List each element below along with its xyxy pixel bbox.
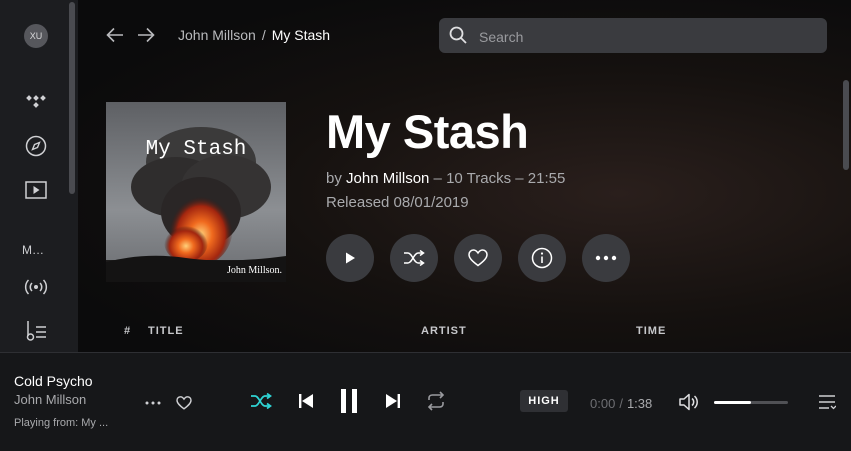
info-icon <box>531 247 553 269</box>
compass-icon[interactable] <box>24 134 48 158</box>
column-header-artist[interactable]: ARTIST <box>421 325 467 337</box>
next-track-icon[interactable] <box>383 391 403 411</box>
cover-title-text: My Stash <box>145 138 247 161</box>
track-duration: 1:38 <box>626 396 653 411</box>
playback-time: 0:00/1:38 <box>590 396 652 411</box>
heart-icon[interactable] <box>175 394 193 412</box>
breadcrumb: John Millson / My Stash <box>178 27 330 43</box>
now-playing-title[interactable]: Cold Psycho <box>14 373 93 389</box>
album-meta: by John Millson – 10 Tracks – 21:55 <box>326 170 565 187</box>
search-bar <box>439 18 827 55</box>
sidebar: XU M... <box>0 0 78 352</box>
more-dots-icon <box>595 255 617 261</box>
pause-icon[interactable] <box>338 388 360 414</box>
album-release-date: Released 08/01/2019 <box>326 194 469 211</box>
queue-icon[interactable] <box>817 392 837 412</box>
album-artist-link[interactable]: John Millson <box>346 170 429 187</box>
heart-icon <box>468 249 488 267</box>
sidebar-section-label: M... <box>22 243 44 257</box>
radio-icon[interactable] <box>24 275 48 299</box>
column-header-number: # <box>124 325 132 337</box>
album-meta-details: – 10 Tracks – 21:55 <box>429 170 566 187</box>
breadcrumb-artist-link[interactable]: John Millson <box>178 27 256 43</box>
album-cover: My Stash John Millson. <box>106 102 286 282</box>
main-scrollbar[interactable] <box>843 80 849 170</box>
playing-from-link[interactable]: Playing from: My ... <box>14 417 108 429</box>
album-title: My Stash <box>326 105 529 158</box>
now-playing-artist[interactable]: John Millson <box>14 392 86 407</box>
search-input[interactable] <box>477 18 821 55</box>
volume-icon[interactable] <box>678 391 702 413</box>
shuffle-icon[interactable] <box>250 391 272 411</box>
quality-badge[interactable]: HIGH <box>520 390 568 412</box>
previous-track-icon[interactable] <box>296 391 316 411</box>
more-options-button[interactable] <box>582 234 630 282</box>
favorite-button[interactable] <box>454 234 502 282</box>
time-separator: / <box>619 396 623 411</box>
elapsed-time: 0:00 <box>590 396 616 411</box>
tidal-logo-icon[interactable] <box>24 90 48 114</box>
info-button[interactable] <box>518 234 566 282</box>
column-header-time[interactable]: TIME <box>636 325 666 337</box>
repeat-icon[interactable] <box>425 390 447 412</box>
avatar[interactable]: XU <box>24 24 48 48</box>
volume-level <box>714 401 751 404</box>
volume-slider[interactable] <box>714 401 788 404</box>
back-arrow-icon[interactable] <box>104 24 126 46</box>
breadcrumb-current: My Stash <box>271 27 331 43</box>
sidebar-scrollbar[interactable] <box>69 2 75 194</box>
playlist-icon[interactable] <box>24 319 48 343</box>
video-icon[interactable] <box>24 178 48 202</box>
more-dots-icon[interactable] <box>144 395 162 411</box>
breadcrumb-separator: / <box>261 27 266 43</box>
shuffle-button[interactable] <box>390 234 438 282</box>
column-header-title[interactable]: TITLE <box>148 325 184 337</box>
volcano-artwork <box>106 102 286 282</box>
player-bar: Cold Psycho John Millson Playing from: M… <box>0 352 851 451</box>
cover-artist-text: John Millson. <box>226 265 282 276</box>
forward-arrow-icon[interactable] <box>135 24 157 46</box>
play-icon <box>346 252 355 264</box>
search-icon <box>449 26 467 44</box>
play-button[interactable] <box>326 234 374 282</box>
by-label: by <box>326 170 342 187</box>
shuffle-icon <box>404 250 425 266</box>
